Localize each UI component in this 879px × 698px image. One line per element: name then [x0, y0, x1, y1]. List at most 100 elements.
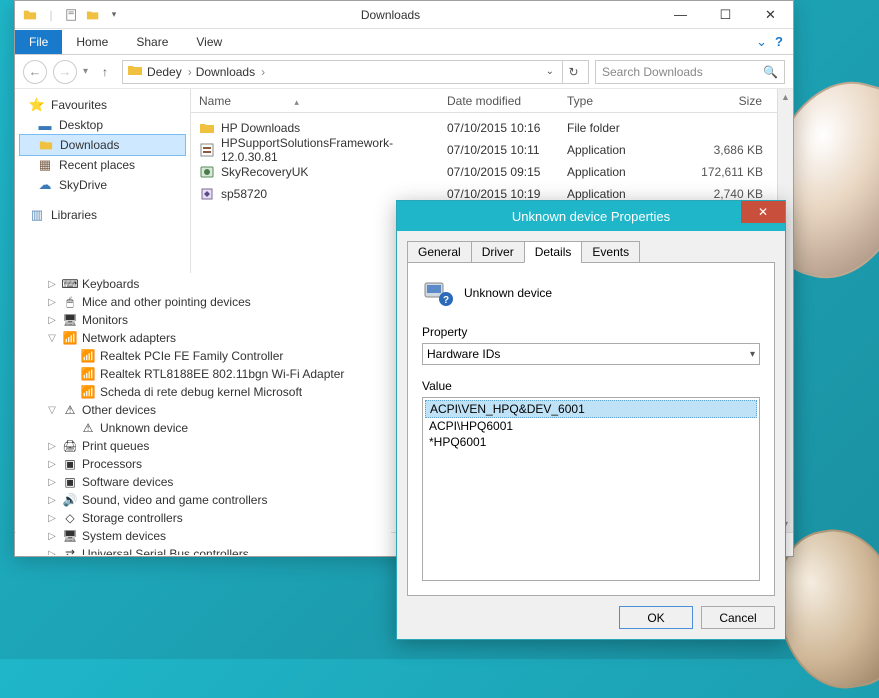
tab-view[interactable]: View: [182, 30, 236, 54]
tree-label: Universal Serial Bus controllers: [82, 547, 249, 555]
tree-item[interactable]: ▷🔊Sound, video and game controllers: [16, 491, 391, 509]
tree-expander-icon[interactable]: ▷: [46, 495, 58, 506]
tree-item[interactable]: ▷▣Processors: [16, 455, 391, 473]
breadcrumb-item[interactable]: Downloads: [196, 65, 265, 79]
sidebar-item-skydrive[interactable]: ☁ SkyDrive: [15, 175, 190, 195]
tab-events[interactable]: Events: [581, 241, 640, 263]
breadcrumb-item[interactable]: Dedey: [147, 65, 192, 79]
tree-item[interactable]: 📶Realtek PCIe FE Family Controller: [16, 347, 391, 365]
tree-label: Other devices: [82, 403, 156, 417]
file-icon: [199, 164, 215, 180]
search-placeholder: Search Downloads: [602, 65, 703, 79]
device-icon: ?: [422, 277, 454, 309]
tab-file[interactable]: File: [15, 30, 62, 54]
tab-driver[interactable]: Driver: [471, 241, 525, 263]
tree-item[interactable]: ▷🖥Monitors: [16, 311, 391, 329]
sidebar-label: Downloads: [60, 138, 119, 152]
recent-icon: ▦: [37, 157, 53, 173]
minimize-button[interactable]: —: [658, 4, 703, 26]
address-chevron-icon[interactable]: ⌄: [546, 66, 558, 77]
file-date: 07/10/2015 10:11: [439, 143, 559, 157]
file-size: 172,611 KB: [677, 165, 771, 179]
tab-home[interactable]: Home: [62, 30, 122, 54]
tree-item[interactable]: ▽📶Network adapters: [16, 329, 391, 347]
tree-expander-icon[interactable]: ▽: [46, 405, 58, 416]
sidebar-favourites-header[interactable]: ⭐ Favourites: [15, 95, 190, 115]
tree-expander-icon[interactable]: ▽: [46, 333, 58, 344]
tree-expander-icon[interactable]: ▷: [46, 549, 58, 556]
sidebar-label: SkyDrive: [59, 178, 107, 192]
search-input[interactable]: Search Downloads 🔍: [595, 60, 785, 84]
titlebar[interactable]: | ▾ Downloads — ☐ ✕: [15, 1, 793, 29]
dialog-close-button[interactable]: ✕: [741, 201, 785, 223]
column-header-type[interactable]: Type: [559, 94, 677, 108]
scroll-up-icon[interactable]: ▲: [778, 89, 793, 105]
tree-item[interactable]: ▷⇄Universal Serial Bus controllers: [16, 545, 391, 555]
tree-expander-icon[interactable]: ▷: [46, 297, 58, 308]
device-category-icon: ▣: [62, 474, 78, 490]
qat-chevron-icon[interactable]: ▾: [105, 6, 123, 24]
file-date: 07/10/2015 10:16: [439, 121, 559, 135]
column-header-name[interactable]: Name ▴: [191, 94, 439, 108]
column-header-size[interactable]: Size: [677, 94, 771, 108]
cancel-button[interactable]: Cancel: [701, 606, 775, 629]
file-name: SkyRecoveryUK: [221, 165, 308, 179]
dialog-titlebar[interactable]: Unknown device Properties ✕: [397, 201, 785, 231]
star-icon: ⭐: [29, 97, 45, 113]
tab-details[interactable]: Details: [524, 241, 583, 263]
sidebar-item-desktop[interactable]: ▬ Desktop: [15, 115, 190, 135]
close-button[interactable]: ✕: [748, 4, 793, 26]
help-icon[interactable]: ?: [775, 34, 783, 50]
tree-item[interactable]: 📶Realtek RTL8188EE 802.11bgn Wi-Fi Adapt…: [16, 365, 391, 383]
tree-item[interactable]: 📶Scheda di rete debug kernel Microsoft: [16, 383, 391, 401]
recent-chevron-icon[interactable]: ▾: [83, 66, 88, 77]
tree-expander-icon[interactable]: ▷: [46, 441, 58, 452]
value-listbox[interactable]: ACPI\VEN_HPQ&DEV_6001ACPI\HPQ6001*HPQ600…: [422, 397, 760, 581]
tree-item[interactable]: ▷▣Software devices: [16, 473, 391, 491]
folder-icon: [127, 62, 143, 81]
tab-share[interactable]: Share: [122, 30, 182, 54]
device-category-icon: ◇: [62, 510, 78, 526]
sidebar-item-recent[interactable]: ▦ Recent places: [15, 155, 190, 175]
back-button[interactable]: ←: [23, 60, 47, 84]
tab-general[interactable]: General: [407, 241, 472, 263]
value-item[interactable]: ACPI\HPQ6001: [425, 418, 757, 434]
value-item[interactable]: ACPI\VEN_HPQ&DEV_6001: [425, 400, 757, 418]
device-manager-tree: ▷⌨Keyboards▷🖱Mice and other pointing dev…: [16, 273, 391, 555]
file-row[interactable]: SkyRecoveryUK07/10/2015 09:15Application…: [191, 161, 793, 183]
tree-label: Monitors: [82, 313, 128, 327]
sidebar-item-downloads[interactable]: Downloads: [19, 134, 186, 156]
tree-expander-icon[interactable]: ▷: [46, 531, 58, 542]
refresh-button[interactable]: ↻: [562, 61, 584, 83]
column-header-date[interactable]: Date modified: [439, 94, 559, 108]
address-bar[interactable]: Dedey Downloads ⌄ ↻: [122, 60, 589, 84]
up-button[interactable]: ↑: [94, 61, 116, 83]
tree-expander-icon[interactable]: ▷: [46, 477, 58, 488]
tree-expander-icon[interactable]: ▷: [46, 315, 58, 326]
new-folder-icon[interactable]: [84, 6, 102, 24]
tree-item[interactable]: ▷⌨Keyboards: [16, 275, 391, 293]
tree-item[interactable]: ⚠Unknown device: [16, 419, 391, 437]
tree-expander-icon[interactable]: ▷: [46, 279, 58, 290]
tree-item[interactable]: ▷🖨Print queues: [16, 437, 391, 455]
file-date: 07/10/2015 10:19: [439, 187, 559, 201]
chevron-down-icon: ▾: [750, 349, 755, 360]
value-item[interactable]: *HPQ6001: [425, 434, 757, 450]
expand-ribbon-icon[interactable]: ⌄: [756, 34, 767, 50]
tree-expander-icon[interactable]: ▷: [46, 513, 58, 524]
sidebar-libraries-header[interactable]: ▥ Libraries: [15, 205, 190, 225]
ok-button[interactable]: OK: [619, 606, 693, 629]
file-row[interactable]: HPSupportSolutionsFramework-12.0.30.81 07…: [191, 139, 793, 161]
tree-item[interactable]: ▷🖥System devices: [16, 527, 391, 545]
tree-item[interactable]: ▷◇Storage controllers: [16, 509, 391, 527]
tree-item[interactable]: ▷🖱Mice and other pointing devices: [16, 293, 391, 311]
tree-expander-icon[interactable]: ▷: [46, 459, 58, 470]
properties-icon[interactable]: [63, 6, 81, 24]
maximize-button[interactable]: ☐: [703, 4, 748, 26]
sidebar-label: Libraries: [51, 208, 97, 222]
file-name: HPSupportSolutionsFramework-12.0.30.81: [221, 136, 431, 164]
tree-item[interactable]: ▽⚠Other devices: [16, 401, 391, 419]
forward-button[interactable]: →: [53, 60, 77, 84]
dialog-title: Unknown device Properties: [512, 209, 670, 224]
property-dropdown[interactable]: Hardware IDs ▾: [422, 343, 760, 365]
